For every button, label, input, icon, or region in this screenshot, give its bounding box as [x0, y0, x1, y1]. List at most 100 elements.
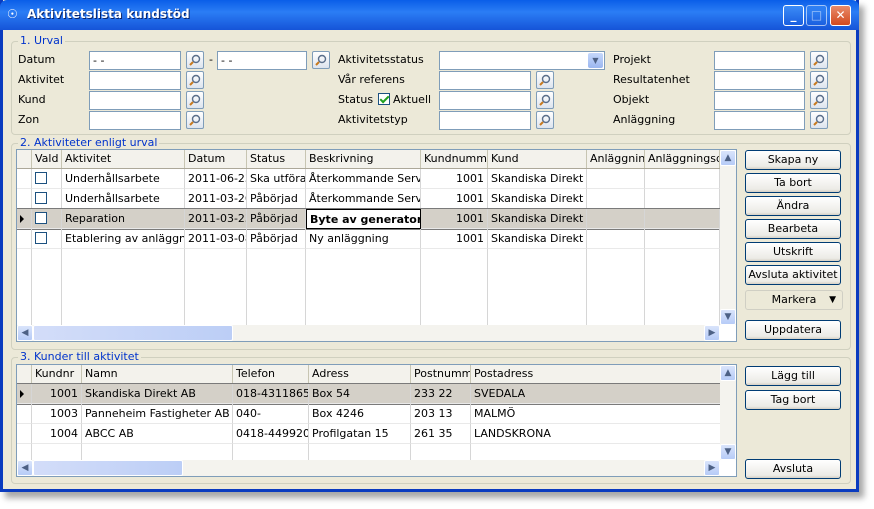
status-cell[interactable]: Påbörjad [247, 189, 306, 209]
kund-cell[interactable]: Skandiska Direkt AB [488, 209, 587, 229]
vertical-scrollbar[interactable]: ▲ ▼ [720, 365, 736, 460]
datum-cell[interactable]: 2011-03-26 [185, 189, 247, 209]
scroll-down-icon[interactable]: ▼ [720, 309, 736, 325]
postnummer-cell[interactable]: 261 35 [411, 424, 471, 444]
column-header[interactable]: Postnummer [411, 365, 471, 383]
column-header[interactable]: Anläggning [587, 150, 645, 168]
search-lookup-button[interactable] [186, 71, 204, 89]
vald-checkbox[interactable] [35, 212, 47, 224]
ta-bort-button[interactable]: Ta bort [745, 173, 841, 193]
scroll-left-icon[interactable]: ◀ [17, 325, 33, 341]
column-header[interactable]: Postadress [471, 365, 722, 383]
datum-cell[interactable]: 2011-03-08 [185, 229, 247, 249]
aktuell-checkbox[interactable] [378, 93, 390, 105]
aktivitet-cell[interactable]: Reparation [62, 209, 185, 229]
scroll-up-icon[interactable]: ▲ [720, 365, 736, 381]
datum-to-input[interactable]: - - [217, 51, 307, 70]
calendar-lookup-button[interactable] [186, 51, 204, 69]
close-button[interactable]: ✕ [830, 5, 851, 26]
markera-dropdown-button[interactable]: Markera ▼ [745, 290, 843, 310]
minimize-button[interactable]: _ [783, 5, 804, 26]
var-referens-input[interactable] [439, 71, 531, 90]
search-lookup-button[interactable] [810, 51, 828, 69]
table-row[interactable]: Etablering av anläggning 2011-03-08 Påbö… [17, 229, 720, 249]
kundnummer-cell[interactable]: 1001 [421, 189, 488, 209]
column-header[interactable]: Kundnr [32, 365, 82, 383]
telefon-cell[interactable]: 040- [233, 404, 309, 424]
kunder-grid[interactable]: Kundnr Namn Telefon Adress Postnummer Po… [16, 364, 737, 477]
adress-cell[interactable]: Box 4246 [309, 404, 411, 424]
zon-input[interactable] [89, 111, 181, 130]
beskrivning-cell[interactable]: Ny anläggning [306, 229, 421, 249]
column-header[interactable]: Telefon [233, 365, 309, 383]
column-header[interactable]: Namn [82, 365, 233, 383]
anlaggningsdel-cell[interactable] [645, 169, 720, 189]
chevron-down-icon[interactable]: ▼ [588, 53, 603, 68]
search-lookup-button[interactable] [810, 91, 828, 109]
search-lookup-button[interactable] [536, 71, 554, 89]
adress-cell[interactable]: Box 54 [309, 384, 411, 404]
anlaggning-cell[interactable] [587, 209, 645, 229]
postadress-cell[interactable]: SVEDALA [471, 384, 722, 404]
namn-cell[interactable]: Skandiska Direkt AB [82, 384, 233, 404]
avsluta-button[interactable]: Avsluta [745, 459, 841, 479]
postadress-cell[interactable]: LANDSKRONA [471, 424, 722, 444]
kund-cell[interactable]: Skandiska Direkt AB [488, 169, 587, 189]
search-lookup-button[interactable] [186, 111, 204, 129]
kund-input[interactable] [89, 91, 181, 110]
search-lookup-button[interactable] [536, 91, 554, 109]
vald-checkbox[interactable] [35, 232, 47, 244]
anlaggning-cell[interactable] [587, 169, 645, 189]
aktivitetsstatus-combo[interactable]: ▼ [439, 51, 605, 70]
postnummer-cell[interactable]: 203 13 [411, 404, 471, 424]
search-lookup-button[interactable] [186, 91, 204, 109]
objekt-input[interactable] [714, 91, 805, 110]
scroll-thumb[interactable] [33, 460, 183, 476]
scroll-up-icon[interactable]: ▲ [720, 150, 736, 166]
status-cell[interactable]: Påbörjad [247, 229, 306, 249]
vald-cell[interactable] [32, 229, 62, 249]
kund-cell[interactable]: Skandiska Direkt AB [488, 189, 587, 209]
aktivitetstyp-input[interactable] [439, 111, 531, 130]
beskrivning-edit-cell[interactable]: Byte av generator [306, 209, 421, 229]
tag-bort-button[interactable]: Tag bort [745, 390, 841, 410]
column-header[interactable]: Kundnummer [421, 150, 488, 168]
search-lookup-button[interactable] [536, 111, 554, 129]
table-row-selected[interactable]: 1001 Skandiska Direkt AB 018-4311865 Box… [17, 383, 723, 405]
vald-checkbox[interactable] [35, 192, 47, 204]
vald-cell[interactable] [32, 189, 62, 209]
kundnummer-cell[interactable]: 1001 [421, 169, 488, 189]
kund-cell[interactable]: Skandiska Direkt AB [488, 229, 587, 249]
skapa-ny-button[interactable]: Skapa ny [745, 150, 841, 170]
uppdatera-button[interactable]: Uppdatera [745, 320, 841, 340]
table-row[interactable]: Underhållsarbete 2011-03-26 Påbörjad Åte… [17, 189, 720, 209]
search-lookup-button[interactable] [810, 71, 828, 89]
datum-from-input[interactable]: - - [89, 51, 181, 70]
anlaggningsdel-cell[interactable] [645, 229, 720, 249]
scroll-right-icon[interactable]: ▶ [704, 325, 720, 341]
aktivitet-cell[interactable]: Etablering av anläggning [62, 229, 185, 249]
anlaggningsdel-cell[interactable] [645, 189, 720, 209]
telefon-cell[interactable]: 0418-449920 [233, 424, 309, 444]
anlaggning-cell[interactable] [587, 189, 645, 209]
calendar-lookup-button[interactable] [312, 51, 330, 69]
aktivitet-cell[interactable]: Underhållsarbete [62, 169, 185, 189]
column-header[interactable]: Status [247, 150, 306, 168]
column-header[interactable]: Anläggningsdel [645, 150, 720, 168]
horizontal-scrollbar[interactable]: ◀ ▶ [17, 325, 720, 341]
anlaggning-input[interactable] [714, 111, 805, 130]
aktiviteter-grid[interactable]: Vald Aktivitet Datum Status Beskrivning … [16, 149, 737, 342]
column-header[interactable]: Aktivitet [62, 150, 185, 168]
status-cell[interactable]: Påbörjad [247, 209, 306, 229]
vald-checkbox[interactable] [35, 172, 47, 184]
maximize-button[interactable]: □ [806, 5, 827, 26]
postadress-cell[interactable]: MALMÖ [471, 404, 722, 424]
table-row[interactable]: 1003 Panneheim Fastigheter AB 040- Box 4… [17, 404, 722, 424]
column-header[interactable]: Adress [309, 365, 411, 383]
scroll-left-icon[interactable]: ◀ [17, 460, 33, 476]
kundnr-cell[interactable]: 1003 [32, 404, 82, 424]
vald-cell[interactable] [32, 209, 62, 229]
column-header[interactable]: Kund [488, 150, 587, 168]
anlaggning-cell[interactable] [587, 229, 645, 249]
table-row-selected[interactable]: Reparation 2011-03-23 Påbörjad Byte av g… [17, 208, 721, 230]
